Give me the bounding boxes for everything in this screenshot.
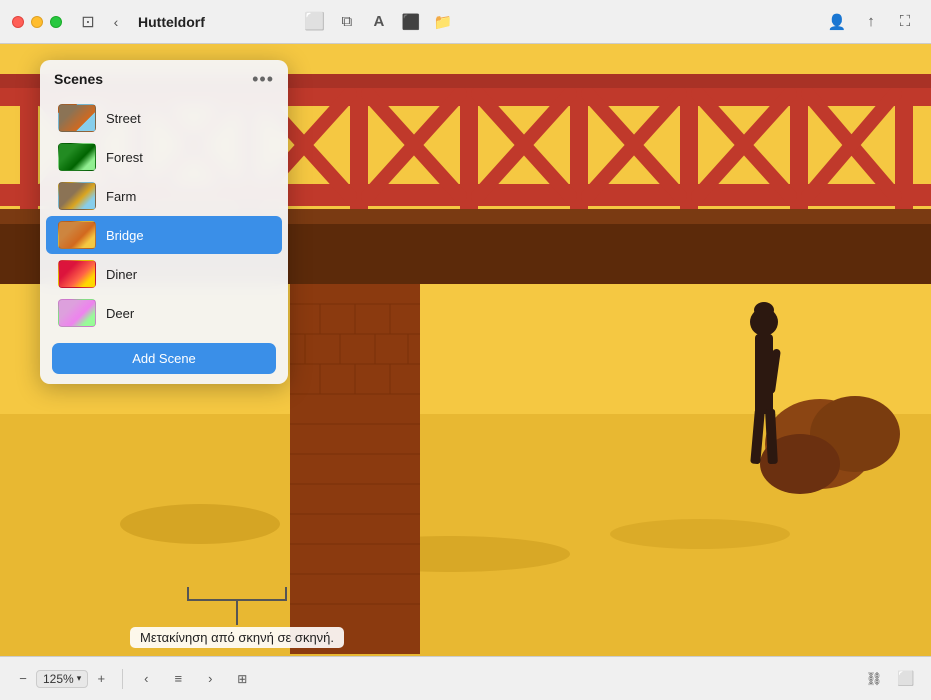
scene-name-street: Street [106,111,141,126]
sidebar-right-icon[interactable]: ⬜ [893,666,919,692]
zoom-out-button[interactable]: − [12,668,34,690]
close-button[interactable] [12,16,24,28]
tooltip-text: Μετακίνηση από σκηνή σε σκηνή. [130,627,344,648]
text-tool-button[interactable]: A [365,8,393,36]
share-icon[interactable]: ↑ [857,8,885,36]
scene-thumb-farm [58,182,96,210]
fullscreen-icon[interactable]: ⛶ [891,8,919,36]
zoom-in-button[interactable]: + [90,668,112,690]
scene-name-diner: Diner [106,267,137,282]
scenes-list: Street Forest Farm Bridge Diner Deer [40,96,288,335]
sidebar-toggle-button[interactable]: ⊡ [74,8,102,36]
scene-thumb-forest [58,143,96,171]
scene-item-deer[interactable]: Deer [46,294,282,332]
view-tool-button[interactable]: ⬜ [301,8,329,36]
scene-name-deer: Deer [106,306,134,321]
scene-item-street[interactable]: Street [46,99,282,137]
center-toolbar: ⬜ ⧉ A ⬛ 📁 [301,8,457,36]
separator-1 [122,669,123,689]
scene-thumb-bridge [58,221,96,249]
right-toolbar: 👤 ↑ ⛶ [823,8,919,36]
add-scene-button[interactable]: Add Scene [52,343,276,374]
minimize-button[interactable] [31,16,43,28]
scenes-panel: Scenes ••• Street Forest Farm Bridge Din… [40,60,288,384]
scenes-panel-title: Scenes [54,71,103,87]
tooltip-line [236,601,238,625]
tooltip-bracket [187,587,287,601]
tooltip-area: Μετακίνηση από σκηνή σε σκηνή. [130,587,344,648]
bottombar: − 125% ▾ + ‹ ≡ › ⊞ ⛓ ⬜ [0,656,931,700]
duplicate-tool-button[interactable]: ⧉ [333,8,361,36]
scenes-more-button[interactable]: ••• [252,70,274,88]
titlebar: ⊡ ‹ Hutteldorf ⬜ ⧉ A ⬛ 📁 👤 ↑ ⛶ [0,0,931,44]
bottombar-right: ⛓ ⬜ [861,666,919,692]
next-scene-button[interactable]: › [197,666,223,692]
scene-item-diner[interactable]: Diner [46,255,282,293]
scene-item-farm[interactable]: Farm [46,177,282,215]
present-button[interactable]: ⊞ [229,666,255,692]
scene-name-forest: Forest [106,150,143,165]
maximize-button[interactable] [50,16,62,28]
scene-item-forest[interactable]: Forest [46,138,282,176]
scene-thumb-deer [58,299,96,327]
scene-item-bridge[interactable]: Bridge [46,216,282,254]
scene-name-bridge: Bridge [106,228,144,243]
scene-list-button[interactable]: ≡ [165,666,191,692]
collab-icon[interactable]: 👤 [823,8,851,36]
scene-name-farm: Farm [106,189,136,204]
scene-thumb-street [58,104,96,132]
scenes-panel-header: Scenes ••• [40,60,288,96]
folder-tool-button[interactable]: 📁 [429,8,457,36]
image-tool-button[interactable]: ⬛ [397,8,425,36]
traffic-lights [12,16,62,28]
prev-scene-button[interactable]: ‹ [133,666,159,692]
link-icon[interactable]: ⛓ [861,666,887,692]
zoom-controls: − 125% ▾ + [12,668,112,690]
zoom-percent: 125% [43,672,74,686]
nav-back-button[interactable]: ‹ [102,8,130,36]
zoom-chevron-icon: ▾ [77,673,82,684]
zoom-value-selector[interactable]: 125% ▾ [36,670,88,688]
document-title: Hutteldorf [138,14,205,30]
scene-thumb-diner [58,260,96,288]
